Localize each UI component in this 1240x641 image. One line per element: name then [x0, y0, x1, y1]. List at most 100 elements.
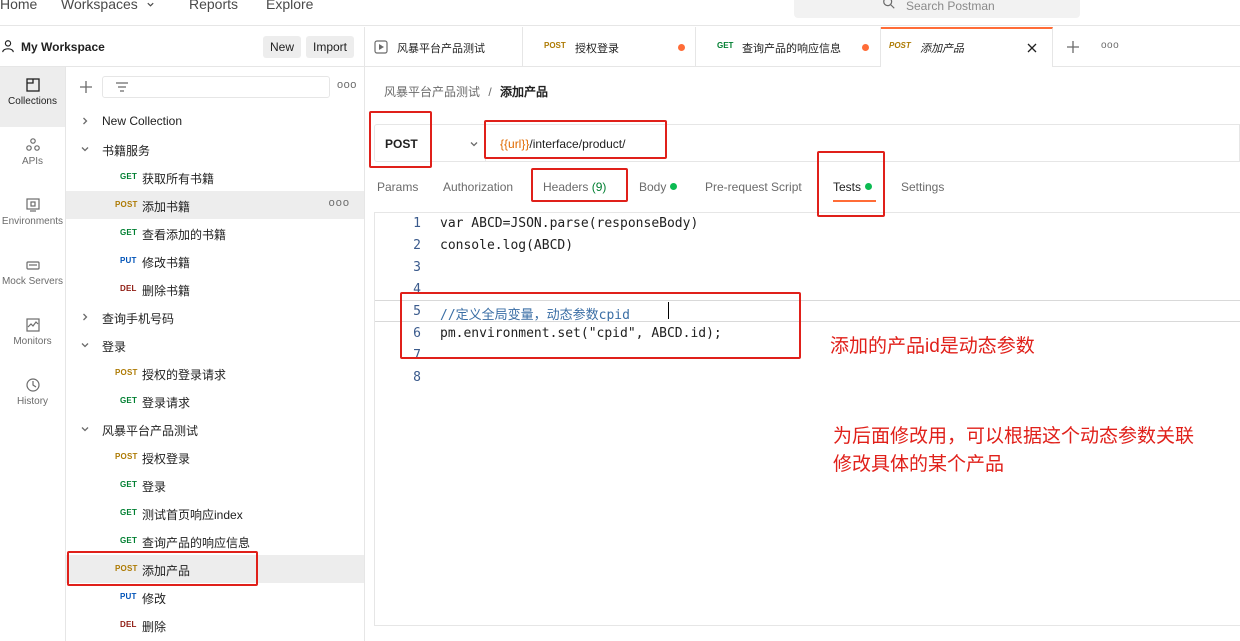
sidebar-toolbar: ooo [66, 67, 364, 107]
annotation-box-sidebar-item [67, 551, 258, 586]
tree-request[interactable]: GET 获取所有书籍 [66, 163, 364, 191]
rail-collections-label: Collections [8, 96, 57, 107]
tab-method: POST [889, 41, 911, 50]
tree-label: 测试首页响应index [142, 508, 243, 522]
tree-request[interactable]: GET 查看添加的书籍 [66, 219, 364, 247]
tree-label: 书籍服务 [102, 144, 151, 158]
chevron-down-icon [81, 147, 89, 152]
rail-history-label: History [16, 396, 49, 407]
nav-workspaces-label: Workspaces [61, 0, 138, 12]
rail-mock-servers[interactable]: Mock Servers [0, 247, 65, 307]
code-line: console.log(ABCD) [440, 238, 574, 253]
annotation-box-method [369, 111, 432, 168]
method-badge: GET [120, 396, 138, 405]
tree-request[interactable]: PUT 修改 [66, 583, 364, 611]
rail-history[interactable]: History [0, 367, 65, 427]
tree-collection[interactable]: 风暴平台产品测试 [66, 415, 364, 443]
add-icon[interactable] [79, 80, 93, 94]
tree-request[interactable]: PUT 修改书籍 [66, 247, 364, 275]
search-input[interactable]: Search Postman [794, 0, 1080, 18]
nav-explore[interactable]: Explore [266, 0, 313, 12]
nav-home[interactable]: Home [0, 0, 37, 12]
unsaved-dot [678, 44, 685, 51]
tree-label: 添加书籍 [142, 200, 191, 214]
apis-icon [25, 138, 40, 151]
tab-method: POST [544, 41, 566, 50]
tab-label: 添加产品 [920, 43, 964, 55]
tree-request[interactable]: POST 授权的登录请求 [66, 359, 364, 387]
tree-request[interactable]: GET 登录 [66, 471, 364, 499]
method-badge: POST [115, 200, 138, 209]
monitors-icon [25, 318, 40, 332]
line-number: 3 [413, 260, 421, 275]
tab-params[interactable]: Params [377, 180, 418, 194]
tree-collection[interactable]: 查询手机号码 [66, 303, 364, 331]
top-nav: Home Workspaces Reports Explore Search P… [0, 0, 1240, 26]
code-editor[interactable]: 1 2 3 4 5 6 7 8 var ABCD=JSON.parse(resp… [374, 212, 1240, 626]
history-icon [25, 378, 40, 392]
import-button[interactable]: Import [306, 36, 355, 58]
rail-apis[interactable]: APIs [0, 127, 65, 187]
tab-prerequest[interactable]: Pre-request Script [705, 180, 802, 194]
annotation-box-code [400, 292, 801, 359]
tab-request[interactable]: POST 授权登录 [523, 27, 696, 67]
tree-label: 查看添加的书籍 [142, 228, 227, 242]
method-badge: GET [120, 228, 138, 237]
rail-monitors[interactable]: Monitors [0, 307, 65, 367]
tree-collection[interactable]: 书籍服务 [66, 135, 364, 163]
tab-collection[interactable]: 风暴平台产品测试 [365, 27, 523, 67]
tab-body[interactable]: Body [639, 180, 678, 194]
nav-reports[interactable]: Reports [189, 0, 238, 12]
method-badge: POST [115, 368, 138, 377]
user-icon [2, 40, 14, 53]
method-badge: GET [120, 536, 138, 545]
tab-request[interactable]: GET 查询产品的响应信息 [696, 27, 881, 67]
tree-label: 获取所有书籍 [142, 172, 215, 186]
workspace-name[interactable]: My Workspace [21, 40, 105, 54]
filter-input[interactable] [102, 76, 330, 98]
environments-icon [25, 198, 40, 212]
tree-label: 授权的登录请求 [142, 368, 227, 382]
new-tab-icon[interactable] [1066, 40, 1080, 54]
method-badge: GET [120, 508, 138, 517]
tree-request[interactable]: DEL 删除 [66, 611, 364, 639]
tree-label: 登录 [142, 480, 167, 494]
rail-environments-label: Environments [1, 216, 64, 227]
close-icon[interactable] [1026, 42, 1038, 54]
tree-request[interactable]: DEL 删除书籍 [66, 275, 364, 303]
method-badge: PUT [120, 592, 137, 601]
left-rail: Collections APIs Environments Mock Serve… [0, 67, 66, 641]
tab-request-active[interactable]: POST 添加产品 [881, 27, 1053, 67]
tab-authorization[interactable]: Authorization [443, 180, 513, 194]
tab-settings[interactable]: Settings [901, 180, 944, 194]
rail-collections[interactable]: Collections [0, 67, 65, 127]
tree-label: New Collection [102, 114, 183, 128]
tree-label: 登录 [102, 340, 127, 354]
play-icon [374, 40, 388, 54]
tree-collection[interactable]: 登录 [66, 331, 364, 359]
tab-more-icon[interactable]: ooo [1101, 40, 1119, 51]
rail-environments[interactable]: Environments [0, 187, 65, 247]
tree-label: 登录请求 [142, 396, 191, 410]
annotation-note: 为后面修改用，可以根据这个动态参数关联 [833, 426, 1195, 447]
new-button[interactable]: New [263, 36, 302, 58]
tree-request[interactable]: GET 登录请求 [66, 387, 364, 415]
nav-workspaces[interactable]: Workspaces [61, 0, 155, 12]
tree-request[interactable]: POST 授权登录 [66, 443, 364, 471]
tree-label: 查询产品的响应信息 [142, 536, 251, 550]
tree-collection[interactable]: New Collection [66, 107, 364, 135]
collections-icon [25, 78, 40, 92]
workspace-header: My Workspace New Import [0, 27, 365, 67]
breadcrumb-parent[interactable]: 风暴平台产品测试 [384, 85, 480, 99]
more-options-icon[interactable]: ooo [337, 79, 357, 91]
chevron-right-icon [83, 117, 88, 125]
breadcrumb-current[interactable]: 添加产品 [500, 85, 548, 99]
tab-label: 查询产品的响应信息 [742, 43, 841, 55]
tree-request[interactable]: GET 测试首页响应index [66, 499, 364, 527]
tree-label: 修改 [142, 592, 167, 606]
row-more-icon[interactable]: ooo [329, 197, 350, 209]
chevron-down-icon [147, 2, 154, 7]
chevron-right-icon [83, 313, 88, 321]
tree-request[interactable]: POST 添加书籍 ooo [66, 191, 364, 219]
method-badge: PUT [120, 256, 137, 265]
